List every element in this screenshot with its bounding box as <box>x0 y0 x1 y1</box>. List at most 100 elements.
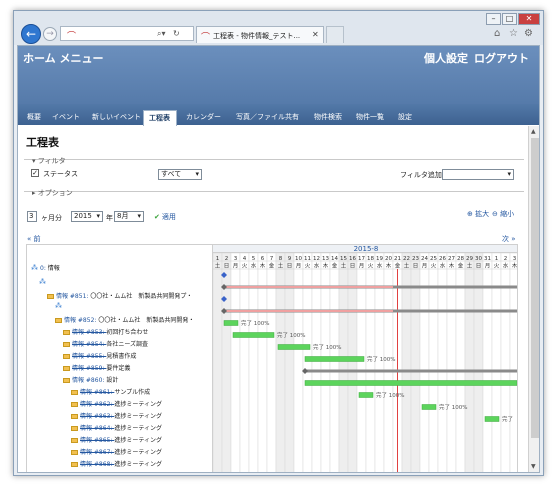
option-legend[interactable]: ▸ オプション <box>32 188 73 198</box>
forward-button[interactable]: → <box>43 27 57 41</box>
check-icon: ✔ <box>154 213 160 221</box>
search-icon[interactable]: ⌕▾ <box>157 29 166 39</box>
gantt-tree-row[interactable]: 情報 #853: 初回打ち合わせ <box>63 327 148 336</box>
issue-link[interactable]: 情報 #867: <box>80 449 114 456</box>
nav-tab-list[interactable]: 物件一覧 <box>356 112 384 122</box>
nav-tab-search[interactable]: 物件検索 <box>314 112 342 122</box>
nav-tab-events[interactable]: イベント <box>52 112 80 122</box>
home-menu-link[interactable]: ホーム メニュー <box>23 50 104 66</box>
gantt-task-bar <box>277 344 311 350</box>
issue-link[interactable]: 情報 #868: <box>80 461 114 468</box>
gantt-tree-row[interactable]: 情報 #867: 進捗ミーティング <box>71 447 162 456</box>
gantt-weekday-label: 金 <box>332 262 338 270</box>
issue-link[interactable]: 情報 #851: <box>56 293 90 300</box>
gantt-weekday-label: 月 <box>296 263 302 270</box>
zoom-in-button[interactable]: ⊕ 拡大 <box>467 209 489 219</box>
issue-link[interactable]: 情報 #864: <box>80 425 114 432</box>
filter-divider <box>24 159 524 160</box>
personal-settings-link[interactable]: 個人設定 <box>424 52 468 65</box>
issue-subject: 見積書作成 <box>106 353 137 360</box>
gantt-weekday-label: 土 <box>341 262 347 270</box>
issue-link[interactable]: 情報 #855: <box>72 353 106 360</box>
apply-button[interactable]: ✔ 適用 <box>154 212 176 222</box>
issue-link[interactable]: 情報 #862: <box>80 401 114 408</box>
nav-tab-new-event[interactable]: 新しいイベント <box>92 112 141 122</box>
status-select[interactable]: すべて ▾ <box>158 169 202 180</box>
gantt-tree-row[interactable]: 情報 #860: 設計 <box>63 375 118 384</box>
nav-tab-active[interactable]: 工程表 <box>143 110 177 126</box>
issue-link[interactable]: 0: <box>40 265 48 272</box>
gantt-tree-row[interactable]: 情報 #852: 〇〇社・ムム社 新製品共同開発・ <box>55 315 194 324</box>
refresh-icon[interactable]: ↻ <box>173 29 180 38</box>
folder-icon <box>55 318 62 323</box>
folder-icon <box>71 426 78 431</box>
folder-icon <box>63 378 70 383</box>
gantt-tree-row[interactable]: 情報 #854: 各社ニーズ調査 <box>63 339 148 348</box>
scroll-up-icon[interactable]: ▲ <box>531 128 536 135</box>
new-tab-button[interactable] <box>326 26 344 43</box>
vertical-scrollbar[interactable]: ▲ ▼ <box>528 126 539 472</box>
gantt-tree-row[interactable]: 情報 #855: 見積書作成 <box>63 351 136 360</box>
issue-subject: 各社ニーズ調査 <box>106 341 149 348</box>
gantt-weekday-label: 金 <box>458 262 464 270</box>
status-checkbox[interactable]: ✓ <box>31 169 39 177</box>
nav-tab-settings[interactable]: 設定 <box>398 112 412 122</box>
zoom-out-button[interactable]: ⊖ 縮小 <box>492 209 514 219</box>
gantt-tree-row[interactable]: 情報 #861: サンプル作成 <box>71 387 150 396</box>
gantt-chart-panel: 2015-8 1 土 2 日 3 月 4 火 5 水 6 木 7 金 8 土 9 日 10 月 11 火 12 水 13 木 14 金… <box>212 244 518 472</box>
filter-legend[interactable]: ▾ フィルタ <box>32 156 66 166</box>
gantt-tree-row[interactable]: ⁂ <box>39 279 48 286</box>
next-link[interactable]: 次 » <box>502 234 516 244</box>
gantt-tree-row[interactable]: ⁂ <box>55 303 64 310</box>
gantt-tree-row[interactable]: 情報 #862: 進捗ミーティング <box>71 399 162 408</box>
tab-active[interactable]: ⌒ 工程表 - 物件情報_テスト... ✕ <box>196 26 324 43</box>
address-bar[interactable]: ⌒ ⌕▾ ↻ <box>60 26 194 42</box>
month-select[interactable]: 8月 ▾ <box>114 211 144 222</box>
logout-link[interactable]: ログアウト <box>474 52 529 65</box>
gantt-tree-row[interactable]: 情報 #863: 進捗ミーティング <box>71 411 162 420</box>
issue-subject: 情報 <box>47 265 60 272</box>
nav-tab-calendar[interactable]: カレンダー <box>186 112 221 122</box>
gantt-task-bar <box>484 416 500 422</box>
gantt-task-bar <box>223 320 239 326</box>
site-logo-icon: ⌒ <box>201 33 211 43</box>
folder-icon <box>63 330 70 335</box>
gantt-task-label: 完了 100% <box>376 391 404 399</box>
add-filter-select[interactable]: ▾ <box>442 169 514 180</box>
gantt-tree-row[interactable]: 情報 #851: 〇〇社・ムム社 新製品共同開発プ・ <box>47 291 192 300</box>
scroll-down-icon[interactable]: ▼ <box>531 463 536 470</box>
gantt-tree-row[interactable]: ⁂ 0: 情報 <box>31 263 60 273</box>
folder-icon <box>71 390 78 395</box>
scrollbar-thumb[interactable] <box>531 138 539 438</box>
gantt-weekday-label: 木 <box>512 262 518 270</box>
home-icon[interactable]: ⌂ <box>494 28 500 39</box>
nav-tab-photo-share[interactable]: 写真／ファイル共有 <box>236 112 299 122</box>
settings-gear-icon[interactable]: ⚙ <box>524 28 533 39</box>
gantt-tree-row[interactable]: 情報 #859: 要件定義 <box>63 363 130 372</box>
issue-link[interactable]: 情報 #863: <box>80 413 114 420</box>
year-select[interactable]: 2015 ▾ <box>71 211 103 222</box>
issue-link[interactable]: 情報 #861: <box>80 389 114 396</box>
back-button[interactable]: ← <box>21 24 41 44</box>
gantt-tree-row[interactable]: 情報 #864: 進捗ミーティング <box>71 423 162 432</box>
issue-link[interactable]: 情報 #853: <box>72 329 106 336</box>
maximize-button[interactable]: □ <box>502 13 517 25</box>
gantt-weekday-label: 木 <box>260 262 266 270</box>
issue-link[interactable]: 情報 #854: <box>72 341 106 348</box>
prev-link[interactable]: « 前 <box>27 234 41 244</box>
issue-link[interactable]: 情報 #865: <box>80 437 114 444</box>
close-window-button[interactable]: ✕ <box>518 13 540 25</box>
gantt-weekday-label: 火 <box>431 264 437 270</box>
favorites-star-icon[interactable]: ☆ <box>509 28 518 39</box>
nav-tab-overview[interactable]: 概要 <box>27 112 41 122</box>
minimize-button[interactable]: – <box>486 13 501 25</box>
gantt-tree-row[interactable]: 情報 #868: 進捗ミーティング <box>71 459 162 468</box>
issue-subject: 進捗ミーティング <box>114 401 162 408</box>
issue-link[interactable]: 情報 #859: <box>72 365 106 372</box>
months-input[interactable]: 3 <box>27 211 37 222</box>
gantt-tree-row[interactable]: 情報 #865: 進捗ミーティング <box>71 435 162 444</box>
issue-link[interactable]: 情報 #860: <box>72 377 106 384</box>
close-tab-icon[interactable]: ✕ <box>312 30 319 39</box>
gantt-weekday-label: 火 <box>494 264 500 270</box>
issue-link[interactable]: 情報 #852: <box>64 317 98 324</box>
